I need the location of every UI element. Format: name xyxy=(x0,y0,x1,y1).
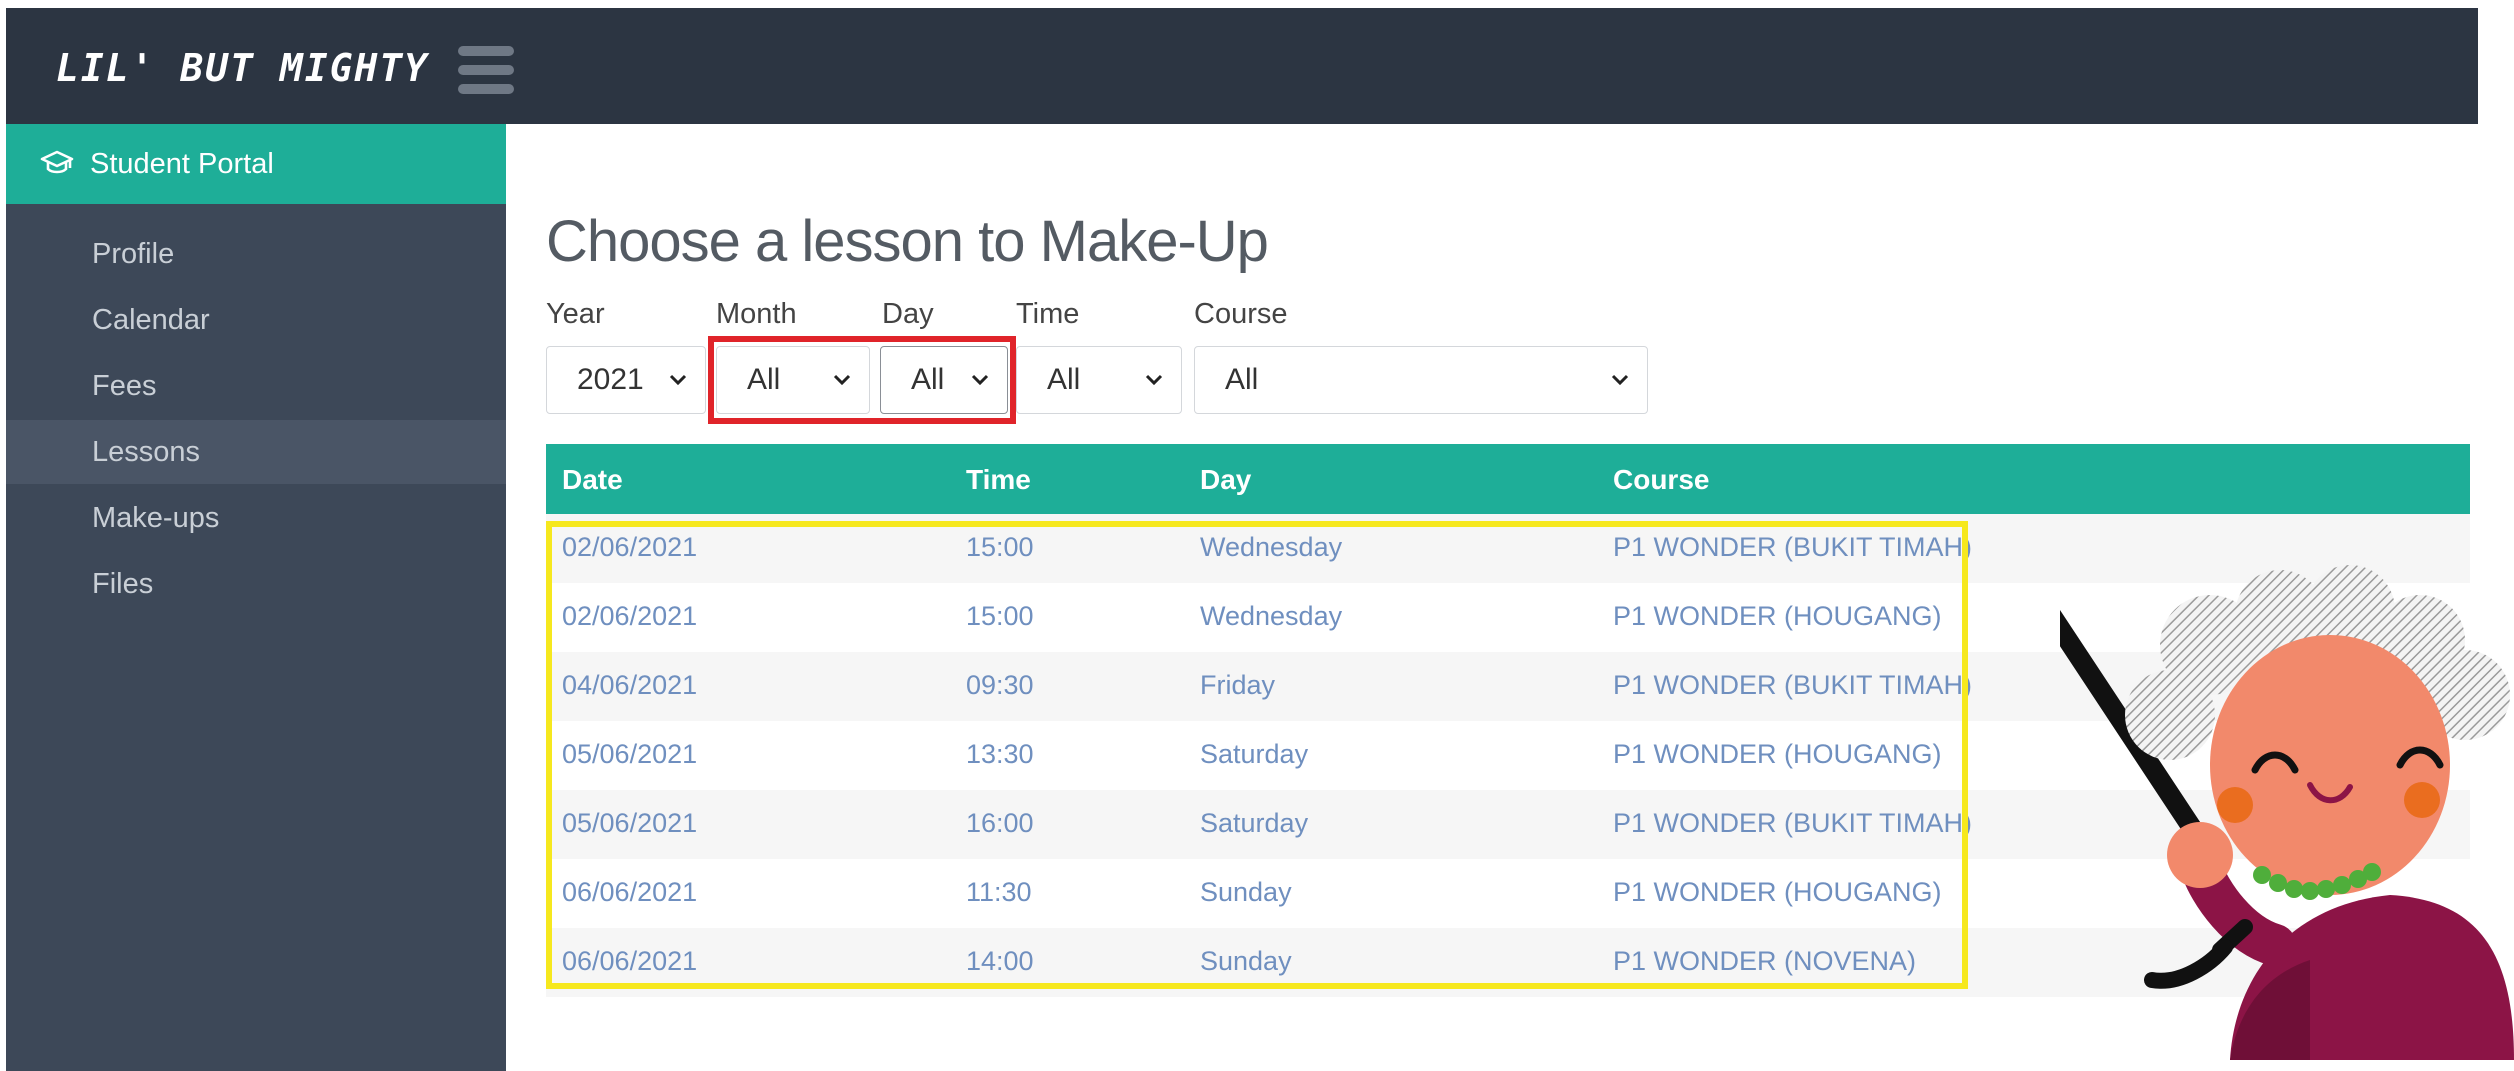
sidebar-item-files[interactable]: Files xyxy=(6,552,506,616)
year-filter-label: Year xyxy=(546,298,605,330)
graduation-cap-icon xyxy=(40,150,74,174)
time-filter-label: Time xyxy=(1016,298,1080,330)
app-root: LIL' BUT MIGHTY Student Portal Profile C… xyxy=(0,0,2514,1071)
logo[interactable]: LIL' BUT MIGHTY xyxy=(56,46,429,90)
year-select[interactable]: 2021 xyxy=(546,346,706,414)
day-filter-label: Day xyxy=(882,298,934,330)
teacher-mascot-illustration xyxy=(2060,565,2514,1060)
sidebar-item-lessons[interactable]: Lessons xyxy=(6,420,506,484)
top-bar: LIL' BUT MIGHTY xyxy=(6,8,2478,124)
sidebar-section-label: Student Portal xyxy=(90,147,274,180)
hamburger-icon[interactable] xyxy=(458,46,514,94)
month-filter-label: Month xyxy=(716,298,797,330)
course-filter-label: Course xyxy=(1194,298,1288,330)
column-header-time[interactable]: Time xyxy=(966,464,1031,496)
sidebar: Student Portal Profile Calendar Fees Les… xyxy=(6,124,506,1071)
chevron-down-icon xyxy=(669,374,687,386)
table-rows-highlight xyxy=(546,521,1968,989)
year-select-value: 2021 xyxy=(577,363,644,396)
sidebar-item-profile[interactable]: Profile xyxy=(6,222,506,286)
column-header-course[interactable]: Course xyxy=(1613,464,1709,496)
page-title: Choose a lesson to Make-Up xyxy=(546,209,1269,274)
column-header-date[interactable]: Date xyxy=(562,464,623,496)
column-header-day[interactable]: Day xyxy=(1200,464,1251,496)
course-select[interactable]: All xyxy=(1194,346,1648,414)
chevron-down-icon xyxy=(1145,374,1163,386)
table-header: Date Time Day Course xyxy=(546,444,2470,514)
chevron-down-icon xyxy=(1611,374,1629,386)
sidebar-item-make-ups[interactable]: Make-ups xyxy=(6,486,506,550)
month-day-highlight xyxy=(708,336,1016,424)
sidebar-item-calendar[interactable]: Calendar xyxy=(6,288,506,352)
sidebar-section-student-portal[interactable]: Student Portal xyxy=(6,124,506,204)
time-select-value: All xyxy=(1047,363,1081,396)
course-select-value: All xyxy=(1225,363,1259,396)
time-select[interactable]: All xyxy=(1016,346,1182,414)
sidebar-item-fees[interactable]: Fees xyxy=(6,354,506,418)
